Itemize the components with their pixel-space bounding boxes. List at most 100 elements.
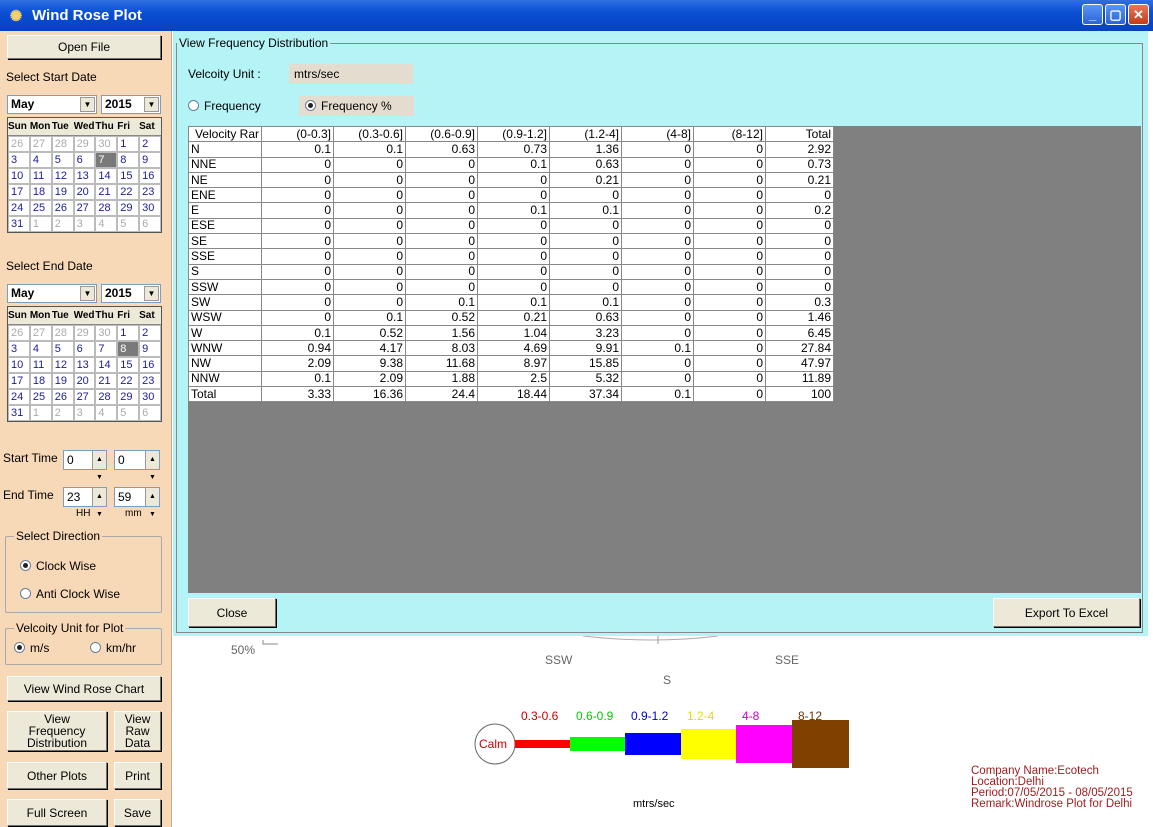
calendar-day[interactable]: 8	[117, 152, 140, 168]
maximize-button[interactable]: ▢	[1105, 4, 1126, 25]
calendar-day[interactable]: 14	[95, 357, 118, 373]
table-cell[interactable]: 0.2	[765, 202, 834, 219]
table-cell[interactable]: 0	[477, 278, 550, 296]
table-cell[interactable]: 0	[549, 278, 622, 296]
spinner-arrows-icon[interactable]: ▲ ▼	[92, 451, 106, 481]
calendar-day[interactable]: 28	[51, 325, 74, 341]
row-header[interactable]: Total	[188, 386, 262, 403]
table-cell[interactable]: 4.17	[333, 340, 406, 357]
calendar-day[interactable]: 30	[139, 200, 161, 216]
table-cell[interactable]: 0	[765, 248, 834, 265]
calendar-day[interactable]: 24	[8, 389, 30, 405]
table-cell[interactable]: 0	[333, 187, 406, 204]
full-screen-button[interactable]: Full Screen	[7, 799, 107, 826]
table-cell[interactable]: 8.03	[405, 340, 478, 357]
table-cell[interactable]: 0	[261, 233, 334, 250]
table-row[interactable]: SSE 0 0 0 0 0 0 0 0	[188, 248, 834, 265]
table-cell[interactable]: 0	[405, 202, 478, 219]
end-hour-spinner[interactable]: 23 ▲ ▼	[63, 487, 107, 518]
table-cell[interactable]: 0	[693, 324, 766, 342]
table-cell[interactable]: 1.36	[549, 141, 622, 158]
calendar-day[interactable]: 11	[29, 357, 52, 373]
radio-selected-icon[interactable]	[305, 100, 316, 111]
table-cell[interactable]: 0	[693, 263, 766, 280]
table-cell[interactable]: 0	[693, 386, 766, 403]
table-row[interactable]: S00000000	[188, 263, 834, 280]
row-header[interactable]: NNE	[188, 156, 262, 173]
column-header[interactable]: (1.2-4]	[549, 125, 622, 143]
table-cell[interactable]: 0	[477, 248, 550, 265]
row-header[interactable]: ESE	[188, 217, 262, 235]
calendar-day[interactable]: 2	[51, 216, 74, 232]
calendar-day[interactable]: 12	[51, 168, 74, 184]
calendar-days[interactable]: 26 27 28 29 30 1 2 3 4 5 6 7 8 9 10 11 12 13 14 15 16 17 18 19 2…	[8, 325, 161, 421]
table-cell[interactable]: 0	[693, 233, 766, 250]
table-cell[interactable]: 0	[333, 233, 406, 250]
table-row[interactable]: WSW 0 0.1 0.52 0.21 0.63 0 0 1.46	[188, 309, 834, 326]
table-row[interactable]: ENE 0 0 0 0 0 0 0 0	[188, 187, 834, 204]
calendar-day[interactable]: 27	[73, 389, 96, 405]
calendar-day[interactable]: 6	[139, 405, 161, 421]
column-header[interactable]: Velocity Rar	[188, 125, 262, 143]
column-header[interactable]: (0.3-0.6]	[333, 125, 406, 143]
minimize-button[interactable]: _	[1082, 4, 1103, 25]
row-header[interactable]: SW	[188, 294, 262, 311]
table-cell[interactable]: 24.4	[405, 386, 478, 403]
row-header[interactable]: S	[188, 263, 262, 280]
table-row[interactable]: E 0 0 0 0.1 0.1 0 0 0.2	[188, 202, 834, 219]
calendar-day[interactable]: 18	[29, 373, 52, 389]
table-cell[interactable]: 0	[621, 217, 694, 235]
table-cell[interactable]: 18.44	[477, 386, 550, 403]
table-cell[interactable]: 0.1	[261, 370, 334, 388]
calendar-day[interactable]: 4	[29, 341, 52, 357]
view-frequency-distribution-button[interactable]: View Frequency Distribution	[7, 711, 107, 751]
table-cell[interactable]: 0.21	[477, 309, 550, 326]
calendar-day[interactable]: 1	[117, 325, 140, 341]
close-window-button[interactable]: ✕	[1128, 4, 1149, 25]
calendar-day[interactable]: 29	[117, 200, 140, 216]
table-cell[interactable]: 0	[693, 156, 766, 173]
calendar-day[interactable]: 3	[8, 341, 30, 357]
table-cell[interactable]: 0	[765, 278, 834, 296]
table-row[interactable]: SSW 0 0 0 0 0 0 0 0	[188, 278, 834, 296]
calendar-day[interactable]: 27	[29, 325, 52, 341]
table-cell[interactable]: 0.1	[261, 141, 334, 158]
chevron-down-icon[interactable]: ▼	[144, 286, 159, 301]
row-header[interactable]: NE	[188, 171, 262, 189]
spinner-arrows-icon[interactable]: ▲ ▼	[145, 488, 159, 518]
table-cell[interactable]: 0.94	[261, 340, 334, 357]
table-cell[interactable]: 0	[261, 294, 334, 311]
calendar-day[interactable]: 24	[8, 200, 30, 216]
calendar-day[interactable]: 23	[139, 373, 161, 389]
radio-icon[interactable]	[90, 642, 101, 653]
calendar-day[interactable]: 31	[8, 405, 30, 421]
table-cell[interactable]: 0	[621, 263, 694, 280]
table-cell[interactable]: 0	[765, 233, 834, 250]
calendar-day[interactable]: 13	[73, 168, 96, 184]
table-cell[interactable]: 0	[477, 217, 550, 235]
table-cell[interactable]: 0	[261, 171, 334, 189]
calendar-day[interactable]: 16	[139, 357, 161, 373]
table-cell[interactable]: 0	[405, 278, 478, 296]
table-cell[interactable]: 0.63	[549, 156, 622, 173]
table-row[interactable]: NW 2.09 9.38 11.68 8.97 15.85 0 0 47.97	[188, 355, 834, 372]
calendar-day[interactable]: 25	[29, 389, 52, 405]
table-cell[interactable]: 4.69	[477, 340, 550, 357]
table-cell[interactable]: 0	[405, 171, 478, 189]
calendar-day[interactable]: 26	[51, 200, 74, 216]
table-cell[interactable]: 0	[621, 294, 694, 311]
table-cell[interactable]: 15.85	[549, 355, 622, 372]
table-cell[interactable]: 0.1	[405, 294, 478, 311]
table-cell[interactable]: 0.1	[549, 202, 622, 219]
radio-icon[interactable]	[20, 588, 31, 599]
table-cell[interactable]: 11.68	[405, 355, 478, 372]
end-calendar[interactable]: Sun Mon Tue Wed Thu Fri Sat 26 27 28 29 30 1 2 3 4 5 6 7 8…	[7, 306, 162, 422]
calendar-day[interactable]: 21	[95, 184, 118, 200]
table-cell[interactable]: 0	[405, 217, 478, 235]
table-cell[interactable]: 0	[765, 217, 834, 235]
calendar-day[interactable]: 5	[117, 405, 140, 421]
calendar-day[interactable]: 21	[95, 373, 118, 389]
calendar-day[interactable]: 15	[117, 168, 140, 184]
table-cell[interactable]: 0	[549, 263, 622, 280]
table-cell[interactable]: 0	[621, 202, 694, 219]
